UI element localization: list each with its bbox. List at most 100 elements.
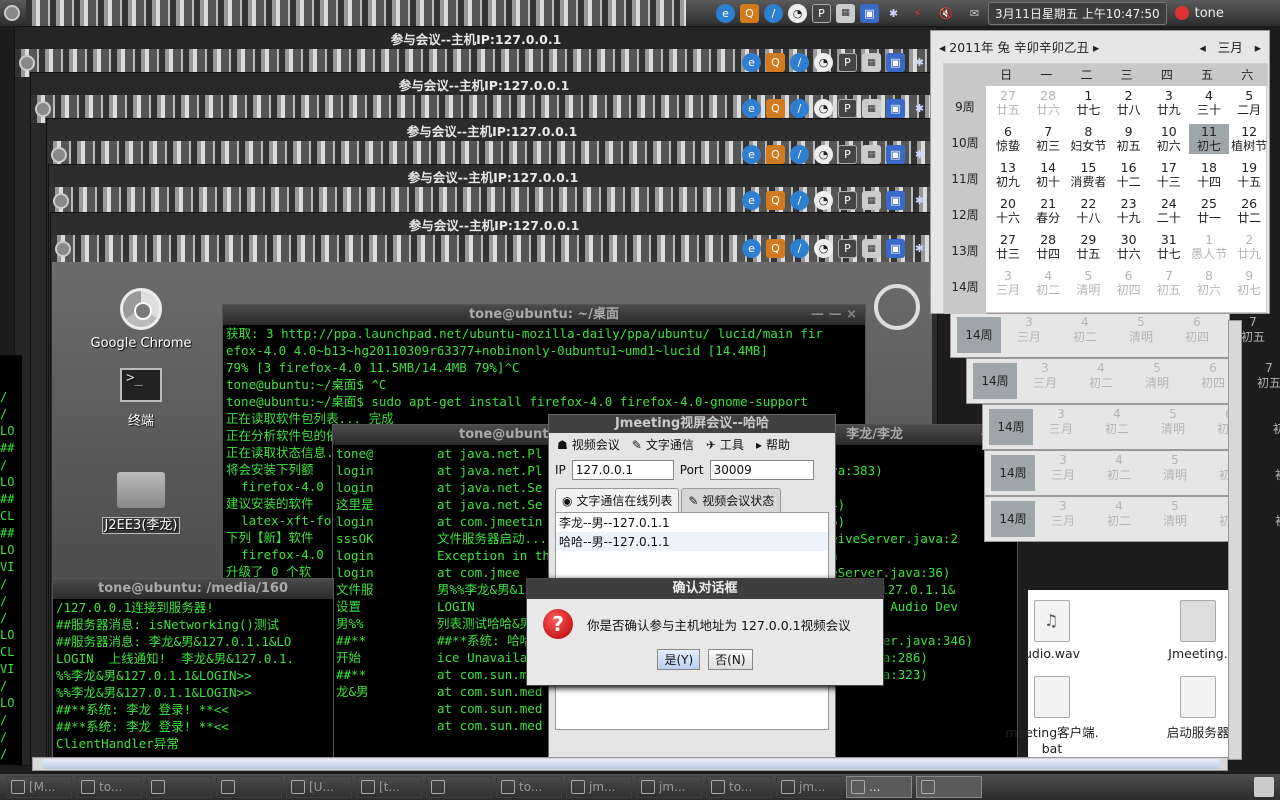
- horizontal-scrollbar[interactable]: [32, 757, 1228, 771]
- list-item[interactable]: 哈哈--男--127.0.1.1: [556, 532, 828, 551]
- calendar-day[interactable]: 31 廿七: [1149, 232, 1189, 262]
- taskbar-item[interactable]: to...: [496, 776, 562, 798]
- calendar-day[interactable]: 8 妇女节: [1068, 124, 1108, 154]
- tab-text-online-list[interactable]: ◉ 文字通信在线列表: [555, 488, 680, 512]
- window-menu-button[interactable]: [19, 55, 35, 71]
- clock-icon[interactable]: ◔: [814, 239, 833, 258]
- keyboard-tray-icon[interactable]: ▦: [836, 3, 855, 23]
- scrollbar-thumb[interactable]: [41, 759, 1221, 769]
- calendar-day[interactable]: 27 廿五: [988, 88, 1028, 118]
- compass-icon[interactable]: /: [790, 145, 809, 164]
- network-icon[interactable]: ▣: [886, 145, 905, 164]
- ie-icon[interactable]: e: [742, 239, 761, 258]
- bluetooth-icon[interactable]: ✱: [884, 4, 903, 23]
- calendar-day[interactable]: 25 廿一: [1189, 196, 1229, 226]
- calendar-day[interactable]: 24 二十: [1149, 196, 1189, 226]
- calendar-day[interactable]: 9 初七: [1229, 268, 1269, 298]
- file-item-client-bat[interactable]: meeting客户端. bat: [1002, 676, 1102, 756]
- calendar-day[interactable]: 5 清明: [1068, 268, 1108, 298]
- ie-tray-icon[interactable]: e: [716, 3, 735, 23]
- calendar-day[interactable]: 20 十六: [988, 196, 1028, 226]
- calendar-day[interactable]: 15 消费者: [1068, 160, 1108, 190]
- bluetooth-icon[interactable]: ✱: [910, 99, 929, 118]
- clipboard-icon[interactable]: P: [838, 99, 857, 118]
- calendar-day[interactable]: 4 初二: [1028, 268, 1068, 298]
- compass-icon[interactable]: /: [790, 239, 809, 258]
- compass-tray-icon[interactable]: /: [764, 3, 783, 23]
- user-status-icon[interactable]: [1174, 6, 1189, 20]
- bluetooth-icon[interactable]: ✱: [910, 53, 929, 72]
- clock-icon[interactable]: ◔: [814, 53, 833, 72]
- power-icon[interactable]: ⚡: [908, 4, 927, 23]
- desktop-icon-chrome[interactable]: Google Chrome: [86, 288, 196, 351]
- calendar-day[interactable]: 13 初九: [988, 160, 1028, 190]
- calendar-day[interactable]: 7 初三: [1028, 124, 1068, 154]
- bluetooth-icon[interactable]: ✱: [910, 191, 929, 210]
- desktop-icon-folder[interactable]: J2EE3(李龙): [86, 472, 196, 534]
- file-item-wav[interactable]: udio.wav: [1002, 600, 1102, 661]
- calendar-day[interactable]: 2 廿九: [1229, 232, 1269, 262]
- network-icon[interactable]: ▣: [886, 53, 905, 72]
- yes-button[interactable]: 是(Y): [657, 649, 701, 670]
- compass-icon[interactable]: /: [790, 191, 809, 210]
- taskbar-item[interactable]: [426, 776, 492, 798]
- calendar-day[interactable]: 16 十二: [1109, 160, 1149, 190]
- qq-icon[interactable]: Q: [766, 191, 785, 210]
- qq-tray-icon[interactable]: Q: [740, 3, 759, 23]
- calendar-day[interactable]: 10 初六: [1149, 124, 1189, 154]
- calendar-day[interactable]: 2 廿八: [1109, 88, 1149, 118]
- port-input[interactable]: [709, 460, 814, 480]
- clock-icon[interactable]: ◔: [814, 145, 833, 164]
- calendar-day[interactable]: 3 廿九: [1149, 88, 1189, 118]
- window-menu-button[interactable]: [55, 241, 71, 257]
- mail-icon[interactable]: ✉: [965, 4, 984, 23]
- clock-icon[interactable]: ◔: [814, 191, 833, 210]
- window-menu-button[interactable]: [51, 147, 67, 163]
- clock-icon[interactable]: ◔: [814, 99, 833, 118]
- calendar-day[interactable]: 17 十三: [1149, 160, 1189, 190]
- bluetooth-icon[interactable]: ✱: [910, 145, 929, 164]
- clipboard-icon[interactable]: P: [838, 53, 857, 72]
- bluetooth-icon[interactable]: ✱: [910, 239, 929, 258]
- calendar-day[interactable]: 26 廿二: [1229, 196, 1269, 226]
- volume-mute-icon[interactable]: 🔇: [932, 4, 960, 23]
- keyboard-icon[interactable]: ▦: [862, 239, 881, 258]
- qq-icon[interactable]: Q: [766, 53, 785, 72]
- calendar-day[interactable]: 7 初五: [1149, 268, 1189, 298]
- taskbar-item[interactable]: jm...: [776, 776, 842, 798]
- calendar-day[interactable]: 12 植树节: [1229, 124, 1269, 154]
- calendar-day[interactable]: 28 廿六: [1028, 88, 1068, 118]
- calendar-day[interactable]: 23 十九: [1109, 196, 1149, 226]
- clipboard-icon[interactable]: P: [838, 239, 857, 258]
- menu-video-meeting[interactable]: ☗ 视频会议: [557, 436, 620, 453]
- calendar-day[interactable]: 5 二月: [1229, 88, 1269, 118]
- calendar-day[interactable]: 28 廿四: [1028, 232, 1068, 262]
- year-nav[interactable]: ◂ 2011年 兔 辛卯辛卯乙丑 ▸: [939, 37, 1099, 56]
- clipboard-icon[interactable]: P: [838, 191, 857, 210]
- taskbar-item[interactable]: to...: [76, 776, 142, 798]
- menu-help[interactable]: ▸ 帮助: [756, 436, 790, 453]
- keyboard-icon[interactable]: ▦: [862, 145, 881, 164]
- desktop-icon-terminal[interactable]: >_ 终端: [86, 368, 196, 429]
- terminal-window-client[interactable]: tone@ubuntu: /media/160 /127.0.0.1连接到服务器…: [52, 578, 334, 758]
- taskbar-item[interactable]: jm...: [636, 776, 702, 798]
- calendar-day[interactable]: 9 初五: [1109, 124, 1149, 154]
- calendar-day[interactable]: 4 三十: [1189, 88, 1229, 118]
- network-tray-icon[interactable]: ▣: [860, 3, 879, 23]
- ie-icon[interactable]: e: [742, 99, 761, 118]
- qq-icon[interactable]: Q: [766, 99, 785, 118]
- calendar-day[interactable]: 22 十八: [1068, 196, 1108, 226]
- taskbar-item[interactable]: ...: [846, 776, 912, 798]
- taskbar-item[interactable]: [146, 776, 212, 798]
- menu-tools[interactable]: ✈ 工具: [706, 436, 744, 453]
- clipboard-icon[interactable]: P: [838, 145, 857, 164]
- calendar-day[interactable]: 14 初十: [1028, 160, 1068, 190]
- network-icon[interactable]: ▣: [886, 191, 905, 210]
- calendar-day[interactable]: 11 初七: [1189, 124, 1229, 154]
- window-menu-button[interactable]: [35, 101, 51, 117]
- ip-input[interactable]: [571, 460, 674, 480]
- window-controls[interactable]: — — ×: [811, 305, 857, 325]
- calendar-day[interactable]: 30 廿六: [1109, 232, 1149, 262]
- taskbar-item[interactable]: to...: [706, 776, 772, 798]
- calendar-day[interactable]: 27 廿三: [988, 232, 1028, 262]
